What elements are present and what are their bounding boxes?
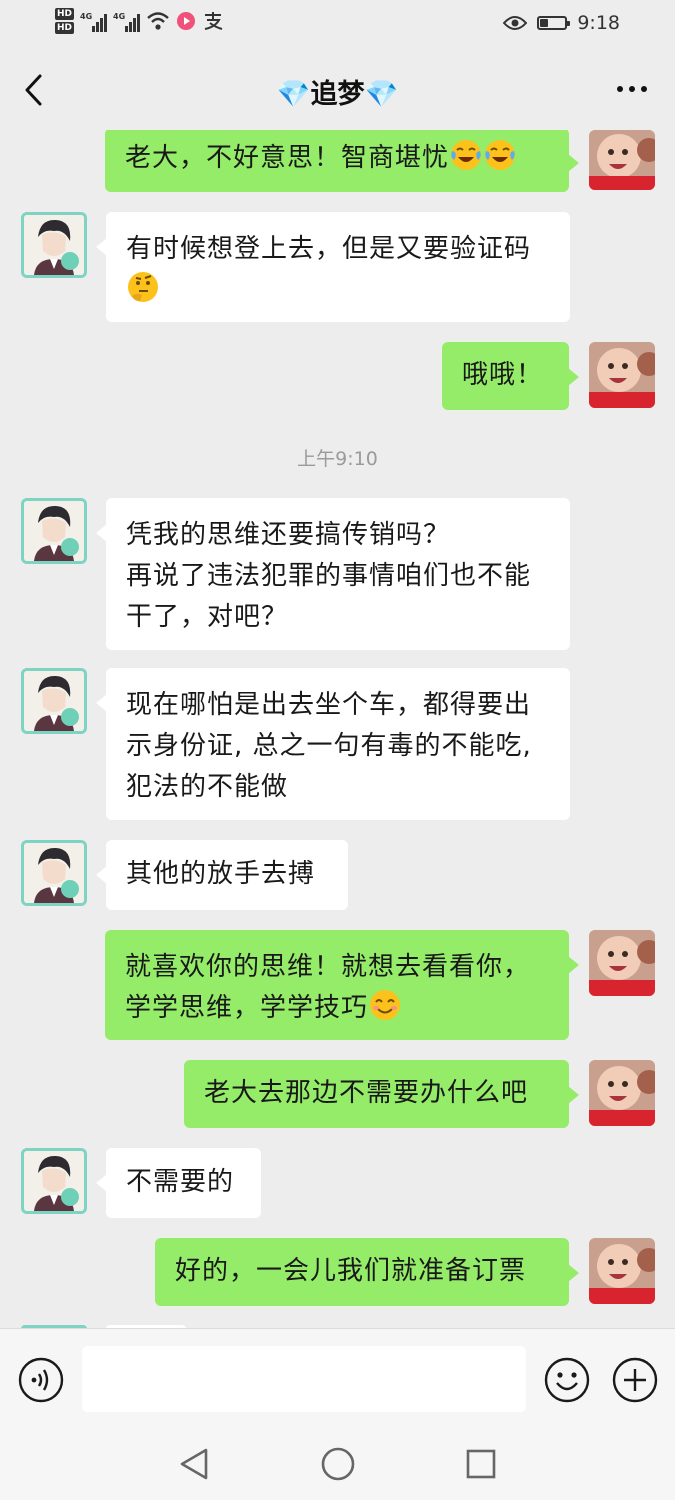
message-line: 现在哪怕是出去坐个车，都得要出 [126, 690, 532, 720]
message-bubble-outgoing[interactable]: 就喜欢你的思维！就想去看看你， 学学思维，学学技巧 [105, 930, 579, 1040]
plus-icon[interactable] [612, 1357, 658, 1403]
battery-icon [537, 16, 571, 30]
message-bubble-outgoing[interactable]: 老大，不好意思！智商堪忧 [105, 130, 579, 192]
my-avatar[interactable] [589, 130, 655, 190]
hd-badge-1: HD [55, 8, 75, 20]
nav-recents-icon[interactable] [461, 1444, 501, 1484]
system-nav-bar [0, 1430, 675, 1500]
my-avatar[interactable] [589, 930, 655, 996]
message-line: 示身份证, 总之一句有毒的不能吃, [126, 731, 532, 761]
message-bubble-incoming[interactable]: 不需要的 [96, 1148, 261, 1218]
message-text: 老大，不好意思！智商堪忧 [125, 143, 450, 173]
my-avatar[interactable] [589, 342, 655, 408]
message-line: 凭我的思维还要搞传销吗？ [126, 520, 451, 550]
message-bubble-outgoing[interactable]: 哦哦！ [442, 342, 579, 410]
message-line: 犯法的不能做 [126, 772, 289, 802]
message-input[interactable] [82, 1346, 526, 1412]
signal-1-icon: 4G [80, 10, 108, 32]
message-bubble-incoming[interactable]: 有时候想登上去，但是又要验证码 [96, 212, 570, 322]
status-bar: HD HD 4G 4G 9:18 [0, 0, 675, 50]
nav-back-icon[interactable] [174, 1444, 214, 1484]
chat-header: 💎追梦💎 [0, 50, 675, 130]
message-line: 就喜欢你的思维！就想去看看你， [125, 952, 531, 982]
video-app-icon [177, 12, 196, 30]
status-icons-left: HD HD 4G 4G [55, 8, 224, 34]
hd-badge-2: HD [55, 22, 75, 34]
contact-avatar[interactable] [21, 668, 87, 734]
message-bubble-incoming[interactable]: 凭我的思维还要搞传销吗？ 再说了违法犯罪的事情咱们也不能 干了，对吧？ [96, 498, 570, 650]
message-bubble-incoming[interactable]: 其他的放手去搏 [96, 840, 348, 910]
nav-home-icon[interactable] [318, 1444, 358, 1484]
tears-of-joy-emoji-icon [485, 140, 516, 170]
wifi-icon [147, 12, 169, 30]
my-avatar[interactable] [589, 1238, 655, 1304]
eye-icon [503, 16, 528, 30]
contact-avatar[interactable] [21, 840, 87, 906]
clock: 9:18 [577, 12, 620, 34]
emoji-face-icon[interactable] [544, 1357, 590, 1403]
message-list[interactable]: 老大，不好意思！智商堪忧 有时候想登上去，但是又要验证码 哦哦！ 上午9:10 … [0, 130, 675, 1328]
message-text: 其他的放手去搏 [126, 859, 316, 889]
contact-avatar[interactable] [21, 212, 87, 278]
voice-icon[interactable] [18, 1357, 64, 1403]
message-text: 哦哦！ [462, 360, 544, 390]
message-line: 干了，对吧？ [126, 602, 289, 632]
smiling-face-emoji-icon [370, 990, 401, 1020]
more-options-icon[interactable] [617, 86, 647, 92]
status-icons-right: 9:18 [503, 12, 620, 34]
network-type-1: 4G [80, 12, 93, 21]
timestamp: 上午9:10 [297, 448, 378, 470]
contact-avatar[interactable] [21, 1148, 87, 1214]
contact-avatar[interactable] [21, 498, 87, 564]
message-text: 老大去那边不需要办什么吧 [204, 1078, 529, 1108]
hd-indicators: HD HD [55, 8, 75, 34]
message-bubble-incoming[interactable]: 现在哪怕是出去坐个车，都得要出 示身份证, 总之一句有毒的不能吃, 犯法的不能做 [96, 668, 570, 820]
alipay-icon [204, 12, 223, 30]
message-text: 有时候想登上去，但是又要验证码 [126, 234, 532, 264]
thinking-face-emoji-icon [128, 272, 158, 302]
message-bubble-outgoing[interactable]: 好的，一会儿我们就准备订票 [155, 1238, 579, 1306]
input-bar [0, 1328, 675, 1430]
message-line: 再说了违法犯罪的事情咱们也不能 [126, 561, 532, 591]
tears-of-joy-emoji-icon [451, 140, 482, 170]
chat-title: 💎追梦💎 [276, 79, 399, 110]
signal-2-icon: 4G [113, 10, 141, 32]
network-type-2: 4G [113, 12, 126, 21]
message-bubble-outgoing[interactable]: 老大去那边不需要办什么吧 [184, 1060, 579, 1128]
message-line: 学学思维，学学技巧 [125, 993, 369, 1023]
message-text: 好的，一会儿我们就准备订票 [175, 1256, 527, 1286]
message-text: 不需要的 [126, 1167, 235, 1197]
my-avatar[interactable] [589, 1060, 655, 1126]
